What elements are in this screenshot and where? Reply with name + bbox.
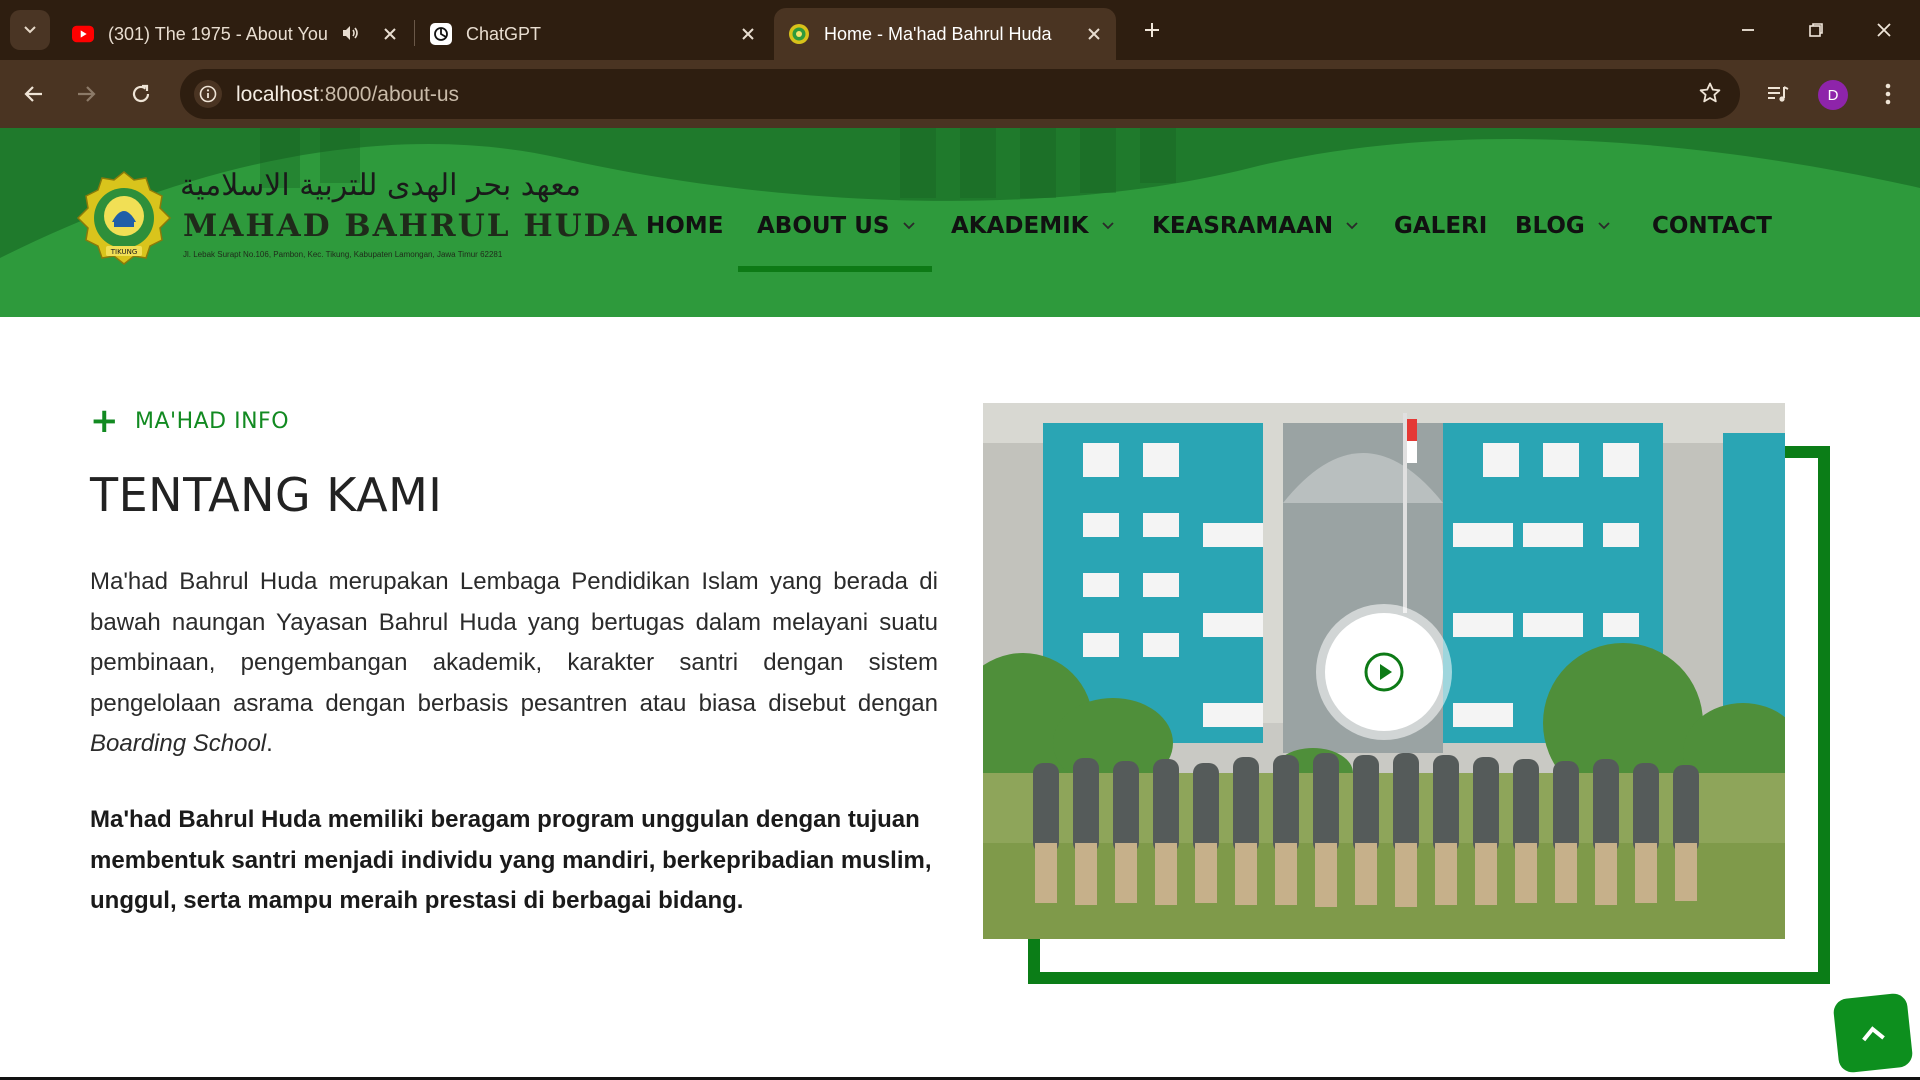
nav-label: GALERI	[1394, 213, 1488, 239]
nav-label: HOME	[646, 213, 724, 239]
page-title: TENTANG KAMI	[90, 468, 443, 522]
tab-title: ChatGPT	[466, 23, 542, 44]
section-eyebrow: + MA'HAD INFO	[90, 404, 289, 438]
nav-label: ABOUT US	[757, 213, 890, 239]
profile-avatar[interactable]: D	[1818, 80, 1848, 110]
arrow-right-icon	[78, 86, 96, 102]
bookmark-star-icon[interactable]	[1698, 81, 1722, 110]
site-info-icon[interactable]	[194, 80, 222, 108]
reload-icon	[132, 84, 150, 103]
browser-menu-button[interactable]	[1868, 74, 1908, 114]
about-highlight: Ma'had Bahrul Huda memiliki beragam prog…	[90, 806, 932, 915]
close-tab-icon[interactable]	[378, 22, 402, 46]
logo-label: TIKUNG	[110, 248, 138, 256]
video-play-button[interactable]	[1316, 604, 1452, 740]
close-icon	[1877, 23, 1891, 37]
tab-chatgpt[interactable]: ChatGPT	[418, 8, 770, 60]
nav-label: CONTACT	[1652, 213, 1772, 239]
browser-toolbar: localhost:8000/about-us	[0, 60, 1920, 128]
playlist-icon	[1768, 86, 1789, 102]
nav-home[interactable]: HOME	[646, 206, 723, 246]
brand-name[interactable]: MAHAD BAHRUL HUDA	[183, 208, 639, 244]
reload-button[interactable]	[121, 74, 161, 114]
about-paragraph: Ma'had Bahrul Huda merupakan Lembaga Pen…	[90, 562, 938, 765]
eyebrow-label: MA'HAD INFO	[135, 408, 290, 434]
close-tab-icon[interactable]	[736, 22, 760, 46]
media-control-button[interactable]	[1758, 74, 1798, 114]
mahad-logo-icon	[788, 23, 810, 45]
audio-icon[interactable]	[340, 23, 360, 48]
nav-label: AKADEMIK	[951, 213, 1089, 239]
minimize-icon	[1742, 29, 1754, 31]
nav-active-indicator	[738, 266, 932, 272]
tab-search-button[interactable]	[10, 10, 50, 50]
chevron-up-icon	[1862, 1026, 1885, 1042]
nav-label: KEASRAMAAN	[1152, 213, 1334, 239]
about-paragraph-end: .	[266, 730, 273, 758]
more-vertical-icon	[1885, 83, 1891, 105]
browser-tab-strip: (301) The 1975 - About You ChatGPT Home …	[0, 0, 1920, 60]
nav-label: BLOG	[1515, 213, 1585, 239]
brand-address: Jl. Lebak Surapt No.106, Pambon, Kec. Ti…	[183, 250, 503, 259]
restore-icon	[1809, 23, 1823, 37]
forward-button[interactable]	[66, 74, 106, 114]
tab-separator	[414, 20, 415, 46]
chevron-down-icon	[902, 221, 916, 231]
tab-title: Home - Ma'had Bahrul Huda	[824, 23, 1052, 44]
brand-arabic-name: معهد بحر الهدى للتربية الاسلامية	[180, 168, 581, 203]
new-tab-button[interactable]	[1132, 12, 1172, 48]
chevron-down-icon	[24, 26, 36, 34]
nav-about-us[interactable]: ABOUT US	[757, 206, 916, 246]
close-tab-icon[interactable]	[1082, 22, 1106, 46]
about-paragraph-text: Ma'had Bahrul Huda merupakan Lembaga Pen…	[90, 568, 938, 717]
chatgpt-icon	[430, 23, 452, 45]
scroll-to-top-button[interactable]	[1832, 992, 1914, 1074]
about-paragraph-emphasis: Boarding School	[90, 730, 267, 758]
chevron-down-icon	[1597, 221, 1611, 231]
play-button-inner	[1325, 613, 1443, 731]
url-host: localhost	[236, 83, 319, 106]
nav-contact[interactable]: CONTACT	[1652, 206, 1772, 246]
url-path: :8000/about-us	[318, 83, 459, 106]
restore-button[interactable]	[1796, 12, 1836, 48]
youtube-icon	[72, 23, 94, 45]
play-circle-icon	[1364, 652, 1404, 692]
tab-title: (301) The 1975 - About You	[108, 23, 328, 44]
plus-icon	[1145, 23, 1159, 37]
nav-galeri[interactable]: GALERI	[1394, 206, 1487, 246]
plus-icon: +	[90, 401, 119, 441]
minimize-button[interactable]	[1728, 12, 1768, 48]
chevron-down-icon	[1101, 221, 1115, 231]
nav-akademik[interactable]: AKADEMIK	[951, 206, 1115, 246]
tab-mahad-home[interactable]: Home - Ma'had Bahrul Huda	[774, 8, 1116, 60]
arrow-left-icon	[24, 86, 42, 102]
mahad-logo[interactable]: TIKUNG	[76, 170, 172, 266]
close-window-button[interactable]	[1864, 12, 1904, 48]
nav-keasramaan[interactable]: KEASRAMAAN	[1152, 206, 1359, 246]
nav-blog[interactable]: BLOG	[1515, 206, 1611, 246]
url-text: localhost:8000/about-us	[236, 83, 459, 107]
chevron-down-icon	[1345, 221, 1359, 231]
back-button[interactable]	[14, 74, 54, 114]
address-bar[interactable]: localhost:8000/about-us	[180, 69, 1740, 119]
tab-youtube[interactable]: (301) The 1975 - About You	[62, 8, 412, 60]
